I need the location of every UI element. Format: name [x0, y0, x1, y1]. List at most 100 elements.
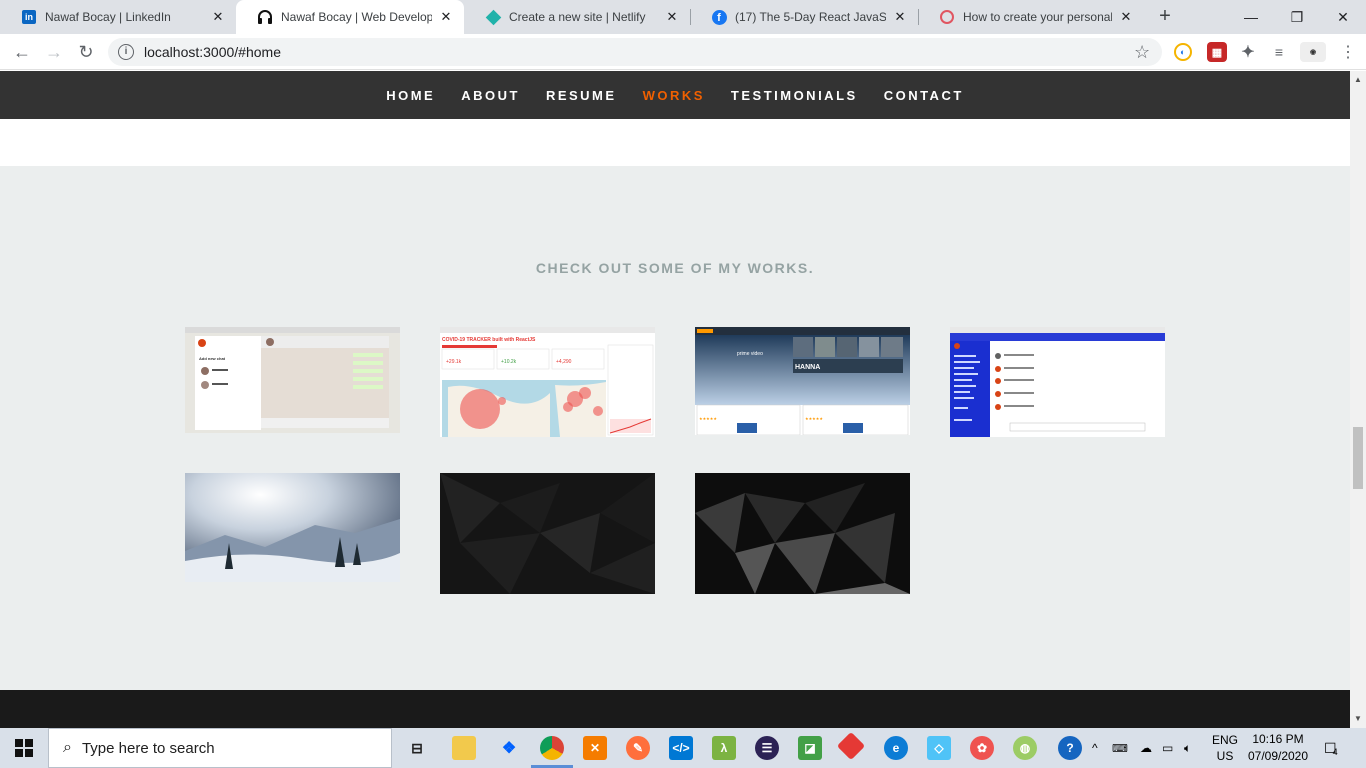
nav-contact[interactable]: CONTACT	[884, 88, 964, 103]
nav-home[interactable]: HOME	[386, 88, 435, 103]
close-icon[interactable]: ✕	[1118, 9, 1134, 25]
minimize-button[interactable]: —	[1228, 0, 1274, 34]
dark-polygon-thumbnail	[440, 473, 655, 594]
dark-polygon-thumbnail	[695, 473, 910, 594]
puzzle-icon[interactable]: ✦	[1238, 42, 1258, 62]
edge-icon[interactable]: e	[884, 736, 908, 760]
facebook-icon: f	[711, 9, 727, 25]
tab-title: (17) The 5-Day React JavaScrip	[735, 10, 886, 24]
chrome-icon[interactable]	[540, 736, 564, 760]
network-icon[interactable]: ▭	[1162, 728, 1173, 768]
volume-icon[interactable]: 🔈︎	[1184, 728, 1191, 768]
task-view-icon[interactable]: ⊟	[405, 736, 429, 760]
chevron-up-icon[interactable]: ^	[1092, 728, 1098, 768]
page-viewport: HOME ABOUT RESUME WORKS TESTIMONIALS CON…	[0, 71, 1350, 728]
vscode-icon[interactable]: </>	[669, 736, 693, 760]
svg-text:+4,290: +4,290	[556, 359, 572, 365]
close-icon[interactable]: ✕	[210, 9, 226, 25]
clock-time: 10:16 PM	[1252, 732, 1304, 746]
gatsby-icon	[939, 9, 955, 25]
scroll-thumb[interactable]	[1353, 427, 1363, 489]
section-divider	[0, 119, 1350, 166]
file-explorer-icon[interactable]	[452, 736, 476, 760]
forward-button[interactable]: →	[40, 38, 68, 66]
covid-tracker-thumbnail: +29.1k +10.2k +4,290	[440, 327, 655, 437]
info-icon[interactable]: i	[118, 44, 134, 60]
site-nav: HOME ABOUT RESUME WORKS TESTIMONIALS CON…	[0, 71, 1350, 119]
eclipse-icon[interactable]: ☰	[755, 736, 779, 760]
notification-count: 4	[1332, 747, 1338, 757]
work-item-chat[interactable]: Add new chat	[185, 327, 400, 433]
next-section-band	[0, 690, 1350, 728]
windows-taskbar: ⌕ Type here to search ⊟ ❖ ✕ ✎ </> λ ☰ ◪ …	[0, 728, 1366, 768]
app-icon[interactable]: ◇	[927, 736, 951, 760]
language-indicator[interactable]: ENG US	[1212, 728, 1238, 768]
svg-text:HANNA: HANNA	[795, 364, 820, 371]
window-close-button[interactable]: ✕	[1320, 0, 1366, 34]
extension-icon[interactable]: ◐	[1174, 43, 1192, 61]
lambda-icon[interactable]: λ	[712, 736, 736, 760]
page-scrollbar[interactable]: ▲ ▼	[1350, 71, 1366, 728]
tab-title: Nawaf Bocay | LinkedIn	[45, 10, 171, 24]
help-icon[interactable]: ?	[1058, 736, 1082, 760]
back-button[interactable]: ←	[8, 38, 36, 66]
work-item-messenger[interactable]	[950, 327, 1165, 437]
headphones-icon	[257, 9, 273, 25]
postman-icon[interactable]: ✎	[626, 736, 650, 760]
search-placeholder: Type here to search	[81, 739, 215, 757]
nav-resume[interactable]: RESUME	[546, 88, 617, 103]
section-title: CHECK OUT SOME OF MY WORKS.	[535, 260, 815, 276]
nav-testimonials[interactable]: TESTIMONIALS	[731, 88, 858, 103]
profile-avatar[interactable]: ◉	[1300, 42, 1326, 62]
tab-strip: in Nawaf Bocay | LinkedIn ✕ Nawaf Bocay …	[0, 0, 1366, 34]
work-item-dark-poly-2[interactable]	[695, 473, 910, 594]
restore-button[interactable]: ❐	[1274, 0, 1320, 34]
tab-netlify[interactable]: Create a new site | Netlify ✕	[464, 0, 690, 34]
reading-list-icon[interactable]: ≡	[1269, 42, 1289, 62]
sourcetree-icon[interactable]	[836, 731, 866, 761]
clock[interactable]: 10:16 PM 07/09/2020	[1247, 728, 1309, 768]
extension-icon[interactable]: ▦	[1207, 42, 1227, 62]
work-item-dark-poly-1[interactable]	[440, 473, 655, 594]
bookmark-star-icon[interactable]: ☆	[1134, 42, 1150, 63]
close-icon[interactable]: ✕	[438, 9, 454, 25]
scroll-up-icon[interactable]: ▲	[1354, 75, 1362, 84]
tab-title: Nawaf Bocay | Web Developer	[281, 10, 432, 24]
snow-landscape-thumbnail	[185, 473, 400, 582]
lang-bottom: US	[1216, 749, 1234, 763]
close-icon[interactable]: ✕	[892, 9, 908, 25]
input-indicator-icon[interactable]: ⌨	[1112, 728, 1128, 768]
xampp-icon[interactable]: ✕	[583, 736, 607, 760]
close-icon[interactable]: ✕	[664, 9, 680, 25]
reload-button[interactable]: ↻	[72, 38, 100, 66]
work-item-snow[interactable]	[185, 473, 400, 582]
windows-icon	[15, 739, 33, 757]
start-button[interactable]	[0, 728, 48, 768]
scroll-down-icon[interactable]: ▼	[1354, 714, 1362, 723]
svg-text:★★★★★: ★★★★★	[805, 416, 823, 421]
new-tab-button[interactable]: +	[1153, 5, 1177, 29]
nav-about[interactable]: ABOUT	[461, 88, 520, 103]
tab-web-developer[interactable]: Nawaf Bocay | Web Developer ✕	[236, 0, 464, 34]
address-bar[interactable]: i localhost:3000/#home	[108, 38, 1162, 66]
work-item-prime[interactable]: HANNA ★★★★★ ★★★★★ prime video	[695, 327, 910, 435]
prime-video-thumbnail: HANNA ★★★★★ ★★★★★	[695, 327, 910, 435]
cloud-icon[interactable]: ☁	[1140, 728, 1152, 768]
nav-works[interactable]: WORKS	[643, 88, 705, 103]
palette-icon[interactable]: ◍	[1013, 736, 1037, 760]
tab-title: Create a new site | Netlify	[509, 10, 646, 24]
tab-facebook[interactable]: f (17) The 5-Day React JavaScrip ✕	[690, 0, 918, 34]
notification-icon[interactable]: ☐ 4	[1324, 728, 1338, 768]
linkedin-icon: in	[21, 9, 37, 25]
tab-linkedin[interactable]: in Nawaf Bocay | LinkedIn ✕	[0, 0, 236, 34]
messenger-thumbnail	[950, 327, 1165, 437]
app-icon[interactable]: ◪	[798, 736, 822, 760]
tab-personal-site[interactable]: How to create your personal p ✕	[918, 0, 1144, 34]
url-text: localhost:3000/#home	[144, 44, 281, 60]
paint-icon[interactable]: ✿	[970, 736, 994, 760]
browser-toolbar: ← → ↻ i localhost:3000/#home	[0, 34, 1366, 70]
dropbox-icon[interactable]: ❖	[497, 736, 521, 760]
menu-icon[interactable]: ⋮	[1340, 42, 1356, 62]
taskbar-search[interactable]: ⌕ Type here to search	[48, 728, 392, 768]
work-item-covid[interactable]: +29.1k +10.2k +4,290 COVID-19 TRACKER bu…	[440, 327, 655, 437]
